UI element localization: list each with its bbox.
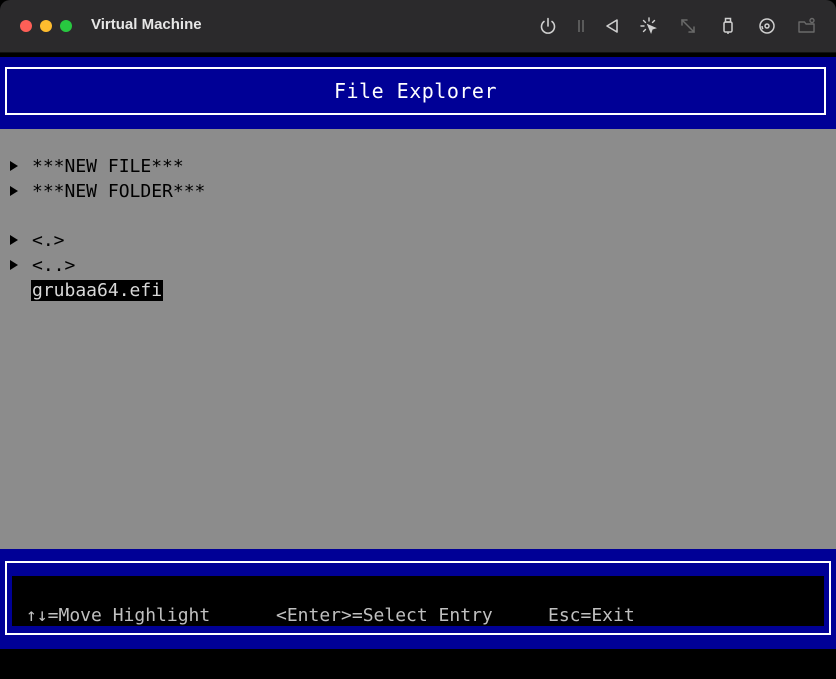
vm-window: Virtual Machine File Explorer ***NEW FIL… — [0, 0, 836, 679]
footer-band: ↑↓=Move Highlight <Enter>=Select Entry E… — [0, 549, 836, 649]
header-band: File Explorer — [0, 57, 836, 129]
header-box: File Explorer — [5, 67, 826, 115]
help-exit: Esc=Exit — [548, 605, 635, 626]
arrow-right-icon — [10, 161, 18, 171]
arrow-right-icon — [10, 260, 18, 270]
shared-folder-icon[interactable] — [795, 14, 819, 38]
help-move: ↑↓=Move Highlight — [26, 605, 211, 626]
list-item-grubaa64[interactable]: grubaa64.efi — [10, 279, 164, 301]
page-title: File Explorer — [333, 79, 498, 103]
arrow-right-icon — [10, 186, 18, 196]
window-title: Virtual Machine — [91, 16, 202, 33]
usb-icon[interactable] — [716, 14, 740, 38]
list-item-current-dir[interactable]: <.> — [10, 229, 66, 251]
resize-icon[interactable] — [676, 14, 700, 38]
vm-screen[interactable]: File Explorer ***NEW FILE*** ***NEW FOLD… — [0, 53, 836, 679]
bottom-strip — [0, 649, 836, 679]
footer-box: ↑↓=Move Highlight <Enter>=Select Entry E… — [5, 561, 831, 635]
list-item-parent-dir[interactable]: <..> — [10, 254, 76, 276]
zoom-button[interactable] — [60, 20, 72, 32]
help-bar: ↑↓=Move Highlight <Enter>=Select Entry E… — [12, 576, 824, 626]
entry-label: <.> — [32, 229, 65, 251]
entry-label: grubaa64.efi — [31, 279, 164, 301]
capture-cursor-icon[interactable] — [637, 14, 661, 38]
help-select: <Enter>=Select Entry — [276, 605, 493, 626]
arrow-right-icon — [10, 235, 18, 245]
close-button[interactable] — [20, 20, 32, 32]
file-list: ***NEW FILE*** ***NEW FOLDER*** <.> <..>… — [0, 129, 836, 549]
entry-label: ***NEW FOLDER*** — [32, 180, 206, 202]
back-icon[interactable] — [600, 14, 624, 38]
entry-label: <..> — [32, 254, 76, 276]
list-item-new-folder[interactable]: ***NEW FOLDER*** — [10, 180, 206, 202]
title-bar: Virtual Machine — [0, 0, 836, 53]
disk-icon[interactable] — [755, 14, 779, 38]
entry-label: ***NEW FILE*** — [32, 155, 184, 177]
minimize-button[interactable] — [40, 20, 52, 32]
pause-icon[interactable] — [569, 14, 593, 38]
power-icon[interactable] — [536, 14, 560, 38]
list-item-new-file[interactable]: ***NEW FILE*** — [10, 155, 185, 177]
